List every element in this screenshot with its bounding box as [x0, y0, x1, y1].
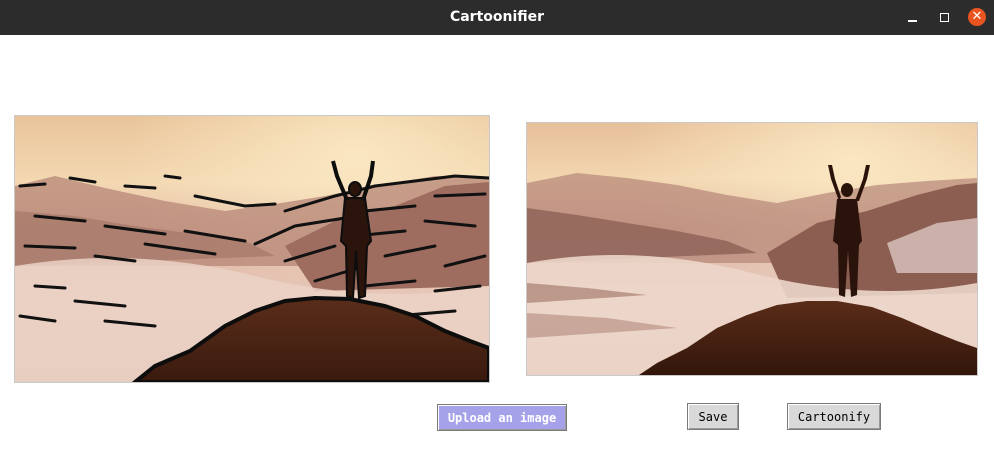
upload-image-button[interactable]: Upload an image [437, 404, 567, 431]
window-title: Cartoonifier [449, 9, 545, 25]
cartoon-image-graphic [15, 116, 489, 382]
maximize-button[interactable] [935, 8, 953, 26]
app-window: Cartoonifier ✕ Upload an image Save Cart… [0, 0, 994, 463]
cartoon-image [14, 115, 490, 383]
original-image [526, 122, 978, 376]
minimize-icon [907, 19, 917, 22]
minimize-button[interactable] [903, 8, 921, 26]
maximize-icon [939, 12, 949, 22]
close-icon: ✕ [971, 9, 983, 24]
close-button[interactable]: ✕ [968, 8, 986, 26]
cartoonify-button[interactable]: Cartoonify [787, 403, 881, 430]
original-image-graphic [527, 123, 977, 375]
save-button[interactable]: Save [687, 403, 739, 430]
title-bar[interactable]: Cartoonifier ✕ [0, 0, 994, 35]
